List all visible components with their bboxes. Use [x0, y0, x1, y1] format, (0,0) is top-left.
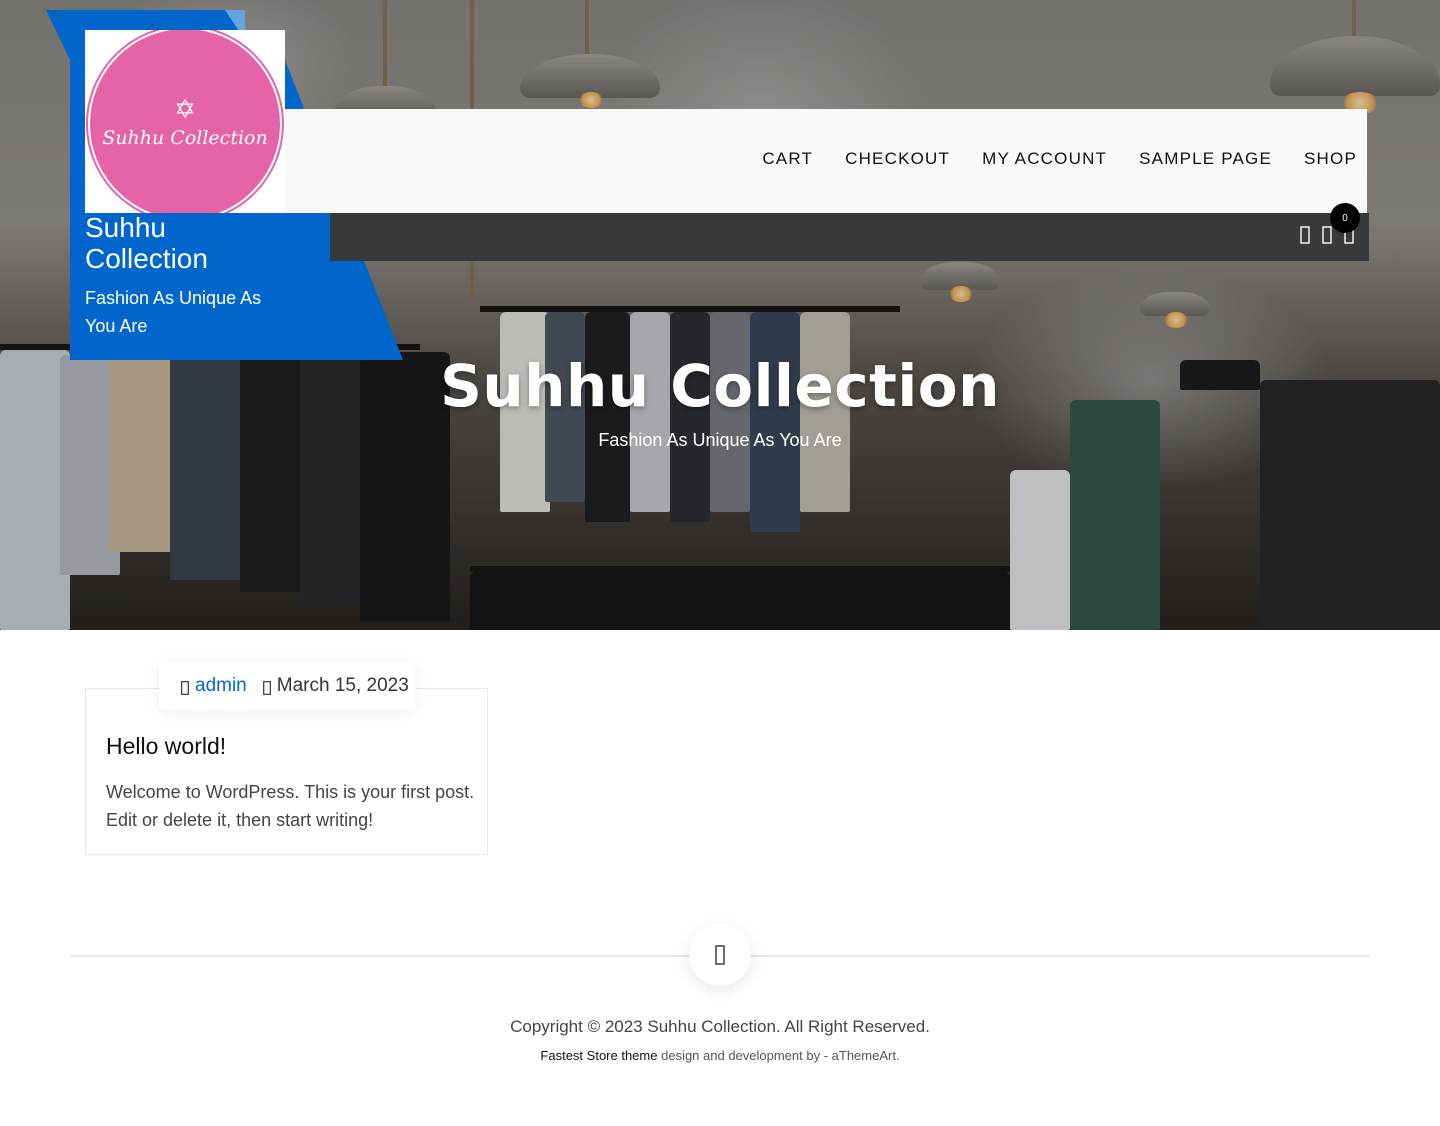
site-title[interactable]: Suhhu Collection [85, 212, 285, 274]
post-meta: admin March 15, 2023 [159, 662, 415, 710]
nav-menu: CART CHECKOUT MY ACCOUNT SAMPLE PAGE SHO… [762, 149, 1357, 169]
site-logo[interactable]: ✡ Suhhu Collection [85, 30, 285, 213]
search-icon[interactable] [1299, 225, 1311, 245]
nav-item-cart[interactable]: CART [762, 149, 813, 169]
hero-subtitle: Fashion As Unique As You Are [598, 430, 842, 450]
calendar-icon [262, 679, 271, 695]
main-navbar: CART CHECKOUT MY ACCOUNT SAMPLE PAGE SHO… [285, 109, 1367, 213]
post-excerpt: Welcome to WordPress. This is your first… [106, 782, 475, 830]
logo-badge: ✡ Suhhu Collection [88, 30, 282, 213]
theme-credit: Fastest Store theme design and developme… [0, 1048, 1440, 1063]
post-title[interactable]: Hello world! [106, 733, 226, 760]
user-icon[interactable] [1321, 225, 1333, 245]
cart-count-badge[interactable]: 0 [1330, 203, 1360, 233]
nav-item-sample-page[interactable]: SAMPLE PAGE [1139, 149, 1272, 169]
logo-text: Suhhu Collection [102, 127, 268, 149]
theme-credit-link[interactable]: Fastest Store theme [540, 1048, 657, 1063]
user-icon [181, 679, 189, 695]
hero-title: Suhhu Collection [440, 352, 1000, 420]
nav-item-checkout[interactable]: CHECKOUT [845, 149, 950, 169]
theme-credit-text: design and development by - aThemeArt. [657, 1048, 900, 1063]
post-author-link[interactable]: admin [195, 675, 247, 697]
header-subbar [330, 213, 1369, 261]
nav-item-shop[interactable]: SHOP [1304, 149, 1357, 169]
star-of-david-icon: ✡ [174, 95, 196, 125]
back-to-top-button[interactable] [689, 924, 751, 986]
copyright-text: Copyright © 2023 Suhhu Collection. All R… [510, 1017, 930, 1036]
arrow-up-icon [715, 945, 725, 965]
site-tagline: Fashion As Unique As You Are [85, 288, 262, 336]
post-date[interactable]: March 15, 2023 [277, 675, 409, 697]
nav-item-my-account[interactable]: MY ACCOUNT [982, 149, 1107, 169]
